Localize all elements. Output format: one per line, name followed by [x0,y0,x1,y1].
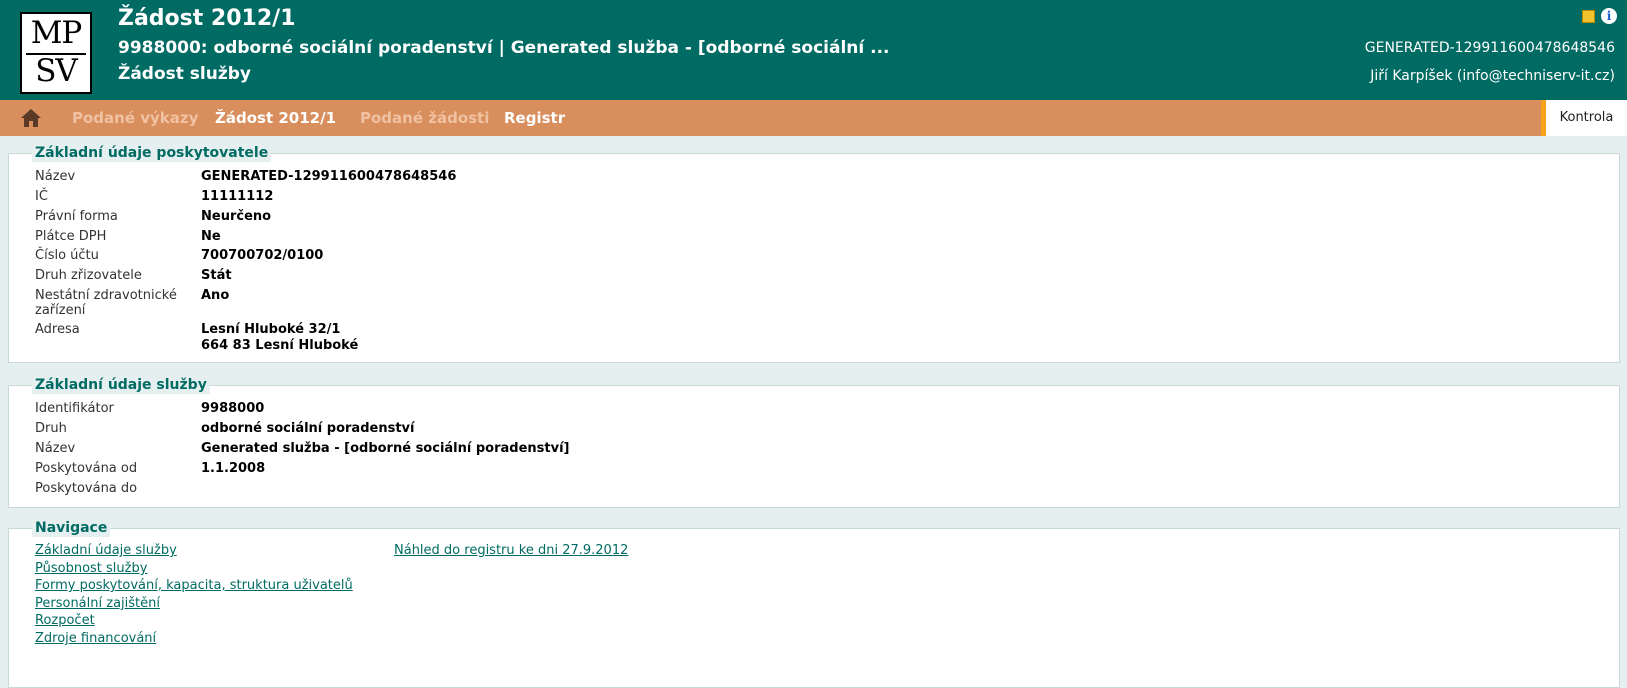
provider-value-platce-dph: Ne [201,229,221,244]
provider-value-pravni-forma: Neurčeno [201,209,272,224]
page-subtitle: 9988000: odborné sociální poradenství | … [118,38,890,58]
info-icon[interactable]: i [1601,8,1617,24]
provider-value-cislo-uctu: 700700702/0100 [201,248,324,263]
provider-legend: Základní údaje poskytovatele [32,144,272,162]
service-value-identifikator: 9988000 [201,401,265,416]
nav-link-rozpocet[interactable]: Rozpočet [35,612,95,630]
provider-panel: Název GENERATED-129911600478648546 IČ 1111… [8,153,1620,363]
menu-item-podane-vykazy[interactable]: Podané výkazy [72,100,198,136]
nav-link-personalni-zajisteni[interactable]: Personální zajištění [35,595,160,613]
page-title: Žádost 2012/1 [118,6,296,31]
service-legend: Základní údaje služby [32,376,210,394]
provider-label-ic: IČ [35,189,48,204]
user-info: Jiří Karpíšek (info@techniserv-it.cz) [1370,68,1615,84]
navigation-legend: Navigace [32,519,111,537]
provider-value-druh-zrizovatele: Stát [201,268,232,283]
service-value-poskytovana-od: 1.1.2008 [201,461,266,476]
provider-value-adresa-1: Lesní Hluboké 32/1 [201,322,341,337]
home-icon[interactable] [20,108,42,128]
service-value-nazev: Generated služba - [odborné sociální por… [201,441,570,456]
nav-link-zdroje-financovani[interactable]: Zdroje financování [35,630,156,648]
note-icon[interactable] [1582,9,1595,23]
service-value-druh: odborné sociální poradenství [201,421,415,436]
service-label-poskytovana-do: Poskytována do [35,481,138,496]
nav-link-zakladni-udaje[interactable]: Základní údaje služby [35,542,177,560]
provider-label-cislo-uctu: Číslo účtu [35,248,99,263]
menu-item-zadost[interactable]: Žádost 2012/1 [215,100,336,136]
nav-link-formy-poskytovani[interactable]: Formy poskytování, kapacita, struktura u… [35,577,353,595]
service-label-identifikator: Identifikátor [35,401,114,416]
provider-label-nazev: Název [35,169,76,184]
provider-code: GENERATED-129911600478648546 [1364,40,1615,56]
header-icons: i [1582,8,1617,24]
menu-item-registr[interactable]: Registr [504,100,565,136]
page-header: MP SV Žádost 2012/1 9988000: odborné soc… [0,0,1627,100]
page-subtitle-2: Žádost služby [118,64,252,84]
nav-link-pusobnost[interactable]: Působnost služby [35,560,147,578]
logo-text-bottom: SV [35,53,78,89]
provider-value-adresa-2: 664 83 Lesní Hluboké [201,338,359,353]
provider-label-nestatni-zz: Nestátní zdravotnické [35,288,177,303]
kontrola-button[interactable]: Kontrola [1541,100,1627,136]
service-panel: Identifikátor 9988000 Druh odborné sociáln… [8,385,1620,508]
logo-text-top: MP [30,15,83,51]
service-label-poskytovana-od: Poskytována od [35,461,138,476]
provider-label-adresa: Adresa [35,322,80,337]
main-menu: Podané výkazy Žádost 2012/1 Podané žádos… [0,100,1627,136]
provider-value-nazev: GENERATED-129911600478648546 [201,169,457,184]
menu-item-podane-zadosti[interactable]: Podané žádosti [360,100,489,136]
service-label-druh: Druh [35,421,67,436]
nav-link-nahled-registru[interactable]: Náhled do registru ke dni 27.9.2012 [394,542,628,560]
provider-label-druh-zrizovatele: Druh zřizovatele [35,268,142,283]
provider-label-platce-dph: Plátce DPH [35,229,107,244]
provider-label-pravni-forma: Právní forma [35,209,118,224]
mpsv-logo: MP SV [20,12,92,94]
provider-value-ic: 11111112 [201,189,274,204]
provider-label-nestatni-zz-2: zařízení [35,303,86,318]
service-label-nazev: Název [35,441,76,456]
provider-value-nestatni-zz: Ano [201,288,230,303]
navigation-panel: Základní údaje služby Působnost služby F… [8,528,1620,688]
